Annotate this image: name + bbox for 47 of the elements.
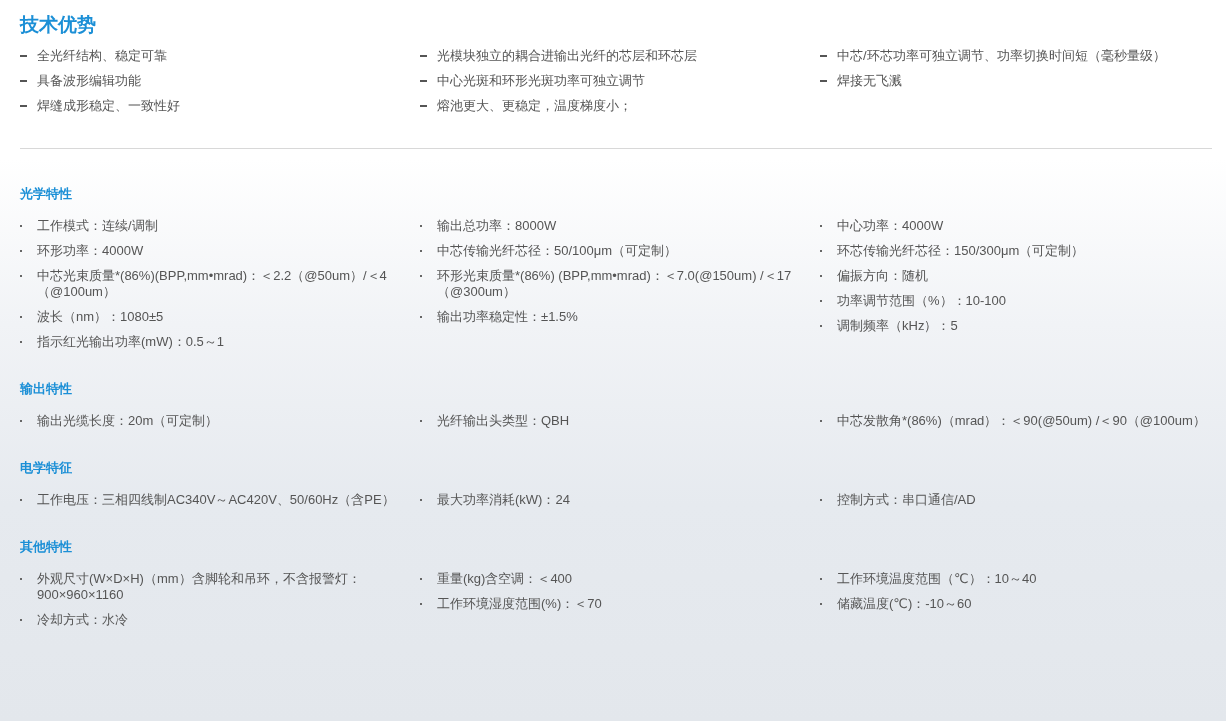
spec-text: 中心功率：4000W <box>837 218 944 234</box>
spec-text: 储藏温度(℃)：-10～60 <box>837 596 972 612</box>
advantage-text: 焊接无飞溅 <box>837 73 902 89</box>
spec-text: 指示红光输出功率(mW)：0.5～1 <box>37 334 225 350</box>
advantage-text: 熔池更大、更稳定，温度梯度小； <box>437 98 632 114</box>
dash-icon <box>420 80 427 82</box>
spec-text: 冷却方式：水冷 <box>37 612 128 628</box>
spec-text: 光纤输出头类型：QBH <box>437 413 570 429</box>
advantage-text: 中芯/环芯功率可独立调节、功率切换时间短（毫秒量级） <box>837 48 1166 64</box>
section-heading: 输出特性 <box>20 380 73 398</box>
spec-text: 中芯光束质量*(86%)(BPP,mm•mrad)：＜2.2（@50um）/＜4（@100um） <box>37 268 388 300</box>
section-heading: 电学特征 <box>20 459 73 477</box>
spec-text: 波长（nm）：1080±5 <box>37 309 164 325</box>
dash-icon <box>820 80 827 82</box>
spec-text: 偏振方向：随机 <box>837 268 928 284</box>
spec-text: 控制方式：串口通信/AD <box>837 492 976 508</box>
spec-text: 中芯发散角*(86%)（mrad）：＜90(@50um) /＜90（@100um） <box>837 413 1206 429</box>
advantage-text: 光模块独立的耦合进输出光纤的芯层和环芯层 <box>437 48 697 64</box>
spec-text: 中芯传输光纤芯径：50/100μm（可定制） <box>437 243 678 259</box>
spec-text: 环形功率：4000W <box>37 243 144 259</box>
dash-icon <box>420 55 427 57</box>
section-heading: 光学特性 <box>20 185 73 203</box>
advantage-text: 具备波形编辑功能 <box>37 73 141 89</box>
spec-text: 输出功率稳定性：±1.5% <box>437 309 578 325</box>
spec-text: 外观尺寸(W×D×H)（mm）含脚轮和吊环，不含报警灯：900×960×1160 <box>37 571 362 603</box>
advantage-text: 焊缝成形稳定、一致性好 <box>37 98 180 114</box>
spec-text: 输出总功率：8000W <box>437 218 557 234</box>
spec-text: 功率调节范围（%）：10-100 <box>837 293 1007 309</box>
spec-text: 工作环境温度范围（℃）：10～40 <box>837 571 1037 587</box>
dash-icon <box>20 105 27 107</box>
spec-text: 输出光缆长度：20m（可定制） <box>37 413 219 429</box>
dash-icon <box>20 80 27 82</box>
advantage-text: 中心光斑和环形光斑功率可独立调节 <box>437 73 645 89</box>
advantage-text: 全光纤结构、稳定可靠 <box>37 48 167 64</box>
dash-icon <box>820 55 827 57</box>
spec-text: 环形光束质量*(86%) (BPP,mm•mrad)：＜7.0(@150um) /＜17（@300um） <box>437 268 793 300</box>
spec-text: 调制频率（kHz）：5 <box>837 318 958 334</box>
spec-text: 工作环境湿度范围(%)：＜70 <box>437 596 602 612</box>
dash-icon <box>20 55 27 57</box>
spec-text: 重量(kg)含空调：＜400 <box>437 571 573 587</box>
spec-text: 最大功率消耗(kW)：24 <box>437 492 570 508</box>
dash-icon <box>420 105 427 107</box>
spec-text: 工作电压：三相四线制AC340V～AC420V、50/60Hz（含PE） <box>37 492 395 508</box>
page-title: 技术优势 <box>20 13 97 37</box>
spec-text: 工作模式：连续/调制 <box>37 218 158 234</box>
section-heading: 其他特性 <box>20 538 73 556</box>
spec-text: 环芯传输光纤芯径：150/300μm（可定制） <box>837 243 1085 259</box>
